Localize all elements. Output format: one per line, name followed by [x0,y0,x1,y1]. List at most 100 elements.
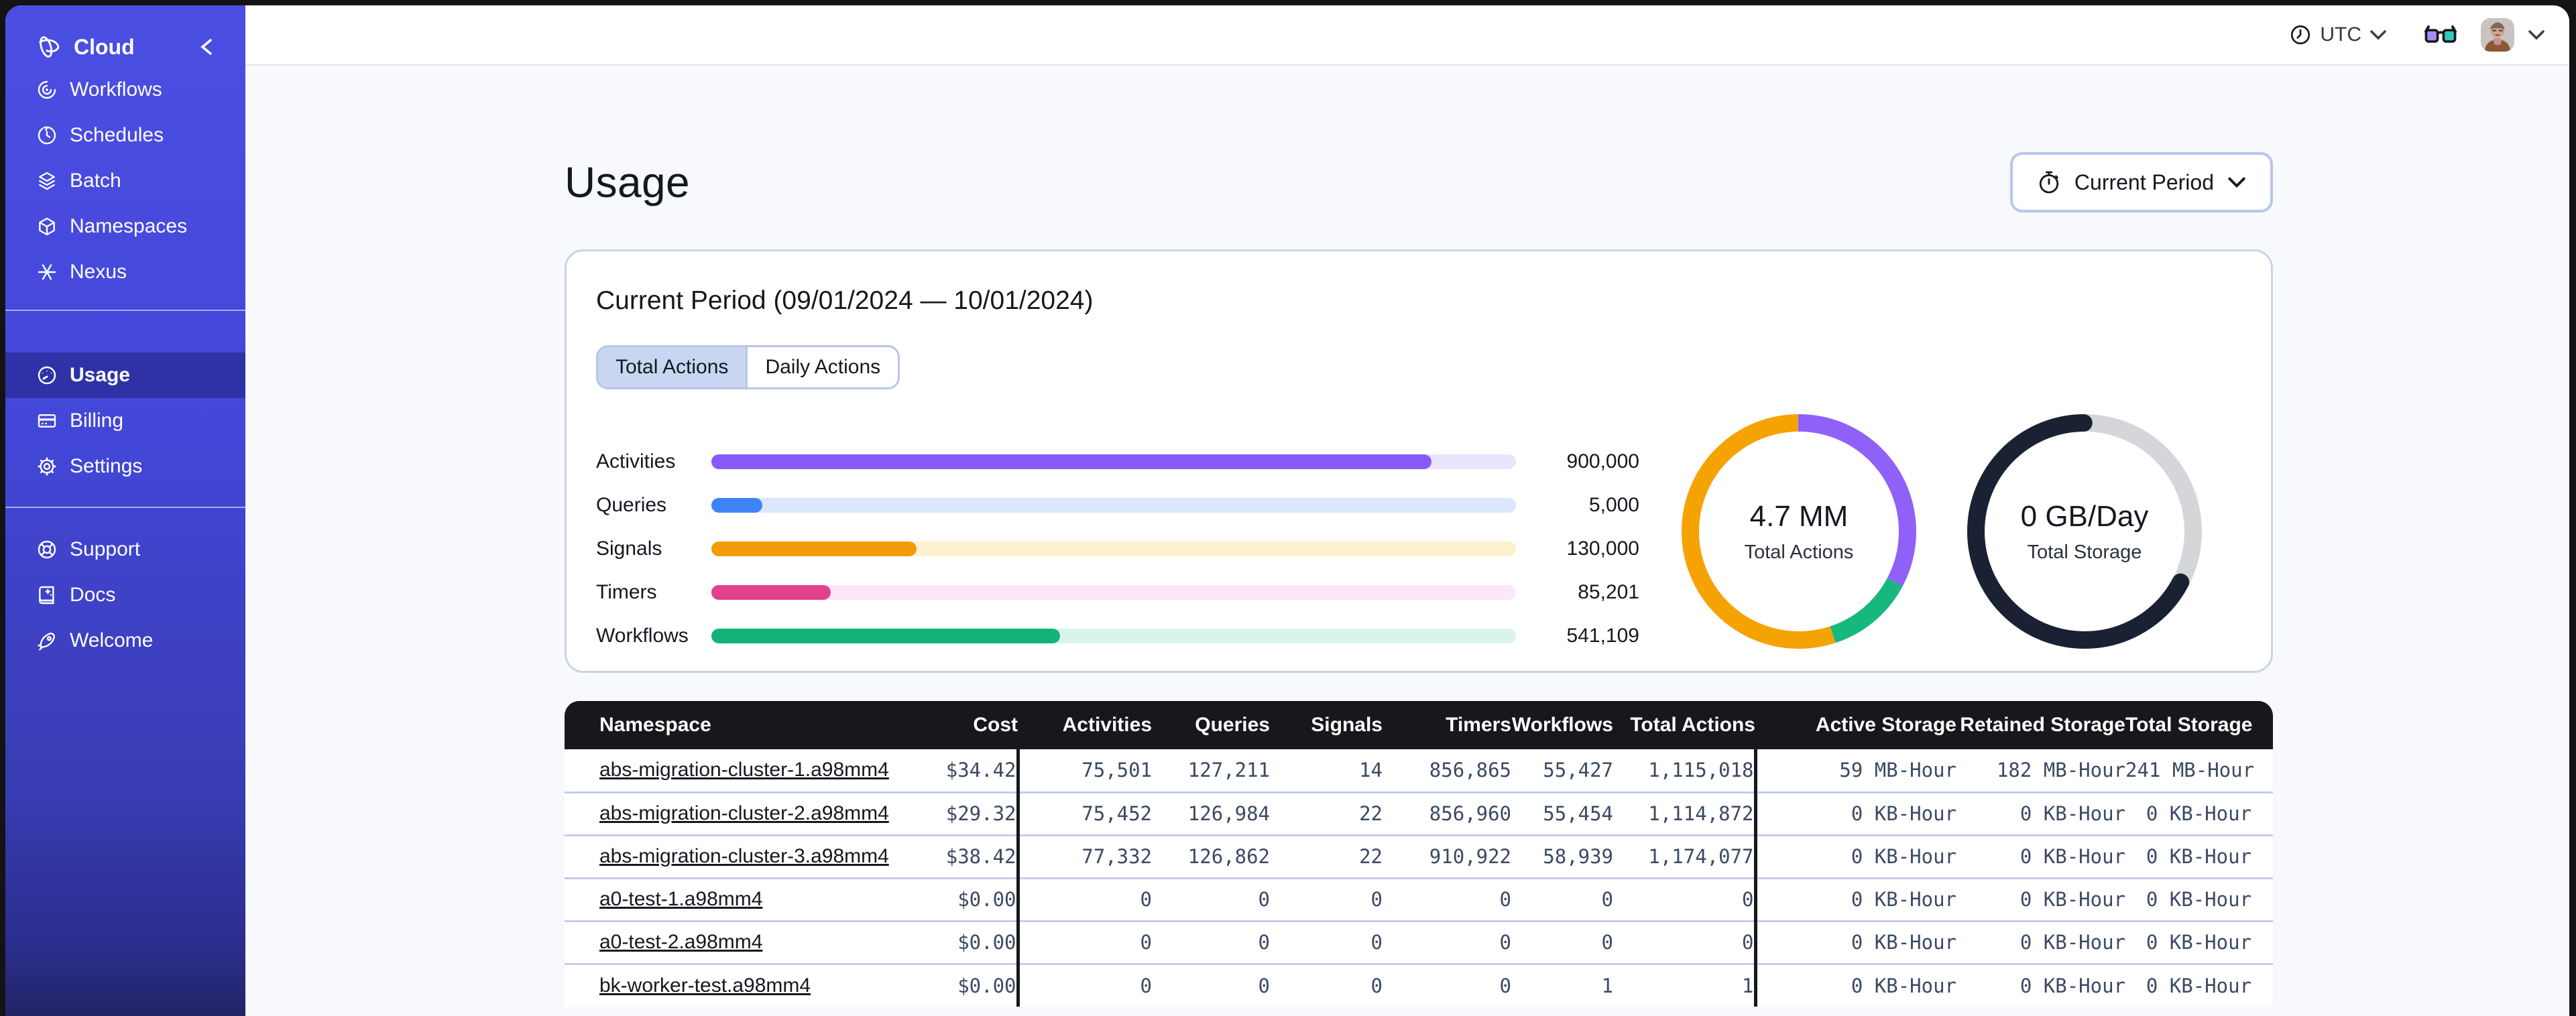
chevron-down-icon[interactable] [2528,29,2545,40]
workflows-icon [38,80,56,99]
user-avatar[interactable] [2481,18,2514,52]
col-cost: Cost [921,701,1018,749]
sidebar-item-settings[interactable]: Settings [5,444,245,489]
sidebar-item-label: Schedules [70,124,164,146]
col-total-storage: Total Storage [2125,701,2273,749]
col-queries: Queries [1152,701,1270,749]
table-row: abs-migration-cluster-2.a98mm4 $29.32 75,4… [565,791,2273,835]
namespaces-icon [39,217,55,236]
chevron-down-icon [2228,177,2245,188]
value-cell: $29.32 [921,791,1020,835]
value-cell: 1 [1511,962,1613,1007]
value-cell: 0 [1152,877,1270,921]
namespace-link[interactable]: abs-migration-cluster-3.a98mm4 [599,845,889,867]
value-cell: 0 [1152,962,1270,1007]
value-cell: 0 KB-Hour [2125,919,2273,964]
value-cell: 0 KB-Hour [2125,877,2273,921]
namespace-link[interactable]: abs-migration-cluster-2.a98mm4 [599,802,889,824]
value-cell: 0 KB-Hour [1956,791,2125,835]
chevron-left-icon[interactable] [200,38,213,56]
value-cell: 0 KB-Hour [1755,877,1956,921]
nexus-icon [38,264,56,280]
sidebar-item-docs[interactable]: Docs [5,572,245,618]
namespace-link[interactable]: abs-migration-cluster-1.a98mm4 [599,759,889,781]
value-cell: 0 KB-Hour [2125,791,2273,835]
sidebar-item-support[interactable]: Support [5,527,245,572]
chevron-down-icon [2370,30,2386,40]
value-cell: 0 [1613,877,1757,921]
sidebar-item-label: Support [70,538,141,560]
total-actions-donut: 4.7 MM Total Actions [1681,414,1917,649]
value-cell: 0 [1152,919,1270,964]
sidebar-item-usage[interactable]: Usage [5,353,245,398]
value-cell: $0.00 [921,919,1020,964]
value-cell: 856,960 [1383,791,1511,835]
sidebar-brand[interactable]: Cloud [5,5,245,67]
value-cell: 59 MB-Hour [1755,749,1956,792]
topbar: UTC [245,5,2569,66]
schedules-icon [38,126,56,145]
value-cell: 0 [1018,919,1152,964]
bar-fill [711,629,1060,643]
value-cell: 55,454 [1511,791,1613,835]
bar-row: Workflows 541,109 [596,621,1639,651]
value-cell: $0.00 [921,962,1020,1007]
timezone-selector[interactable]: UTC [2289,23,2387,46]
page-title: Usage [565,158,690,206]
table-row: a0-test-2.a98mm4 $0.00 0 0 0 0 0 0 0 KB-Hour 0 KB… [565,919,2273,964]
sidebar-item-welcome[interactable]: Welcome [5,618,245,663]
total-actions-value: 4.7 MM [1749,499,1849,533]
value-cell: 0 KB-Hour [1956,834,2125,878]
actions-tab-group: Total Actions Daily Actions [596,345,900,389]
namespace-link[interactable]: a0-test-2.a98mm4 [599,931,762,953]
sidebar-divider [5,310,245,311]
total-storage-donut: 0 GB/Day Total Storage [1967,414,2203,649]
namespace-cell: a0-test-1.a98mm4 [565,877,921,921]
total-storage-value: 0 GB/Day [2020,499,2149,533]
sidebar-item-billing[interactable]: Billing [5,398,245,444]
timezone-label: UTC [2320,23,2361,46]
glasses-icon[interactable] [2424,25,2457,45]
tab-daily-actions[interactable]: Daily Actions [746,347,898,387]
namespace-link[interactable]: bk-worker-test.a98mm4 [599,974,811,997]
value-cell: 0 [1383,962,1511,1007]
table-row: bk-worker-test.a98mm4 $0.00 0 0 0 0 1 1 0 KB-Hou… [565,962,2273,1007]
namespace-link[interactable]: a0-test-1.a98mm4 [599,888,762,910]
actions-bar-chart: Activities 900,000 Queries 5,000 Signals 130,… [596,447,1639,651]
col-retained-storage: Retained Storage [1956,701,2125,749]
value-cell: 126,862 [1152,834,1270,878]
sidebar-item-workflows[interactable]: Workflows [5,67,245,113]
col-namespace: Namespace [565,701,921,749]
value-cell: 0 [1511,877,1613,921]
batch-icon [39,172,55,190]
bar-row: Activities 900,000 [596,447,1639,477]
sidebar-item-nexus[interactable]: Nexus [5,249,245,295]
bar-fill [711,454,1431,469]
value-cell: 0 KB-Hour [1755,791,1956,835]
sidebar-item-schedules[interactable]: Schedules [5,113,245,158]
sidebar-item-label: Batch [70,170,121,192]
bar-track [711,498,1516,513]
value-cell: 22 [1270,791,1383,835]
bar-value: 5,000 [1588,494,1639,516]
value-cell: 1,114,872 [1613,791,1757,835]
value-cell: 0 KB-Hour [1956,962,2125,1007]
sidebar-divider [5,507,245,508]
bar-row: Signals 130,000 [596,534,1639,564]
period-selector-button[interactable]: Current Period [2009,152,2273,212]
bar-value: 541,109 [1566,625,1639,647]
namespace-cell: abs-migration-cluster-1.a98mm4 [565,749,921,792]
value-cell: 1,174,077 [1613,834,1757,878]
sidebar-item-namespaces[interactable]: Namespaces [5,204,245,249]
bar-category-label: Timers [596,581,657,603]
sidebar-item-label: Namespaces [70,215,188,237]
sidebar-item-label: Welcome [70,629,154,651]
stopwatch-icon [2039,171,2059,194]
tab-total-actions[interactable]: Total Actions [598,347,746,387]
value-cell: 75,501 [1018,749,1152,792]
sidebar-item-batch[interactable]: Batch [5,158,245,204]
namespace-cell: abs-migration-cluster-2.a98mm4 [565,791,921,835]
bar-value: 85,201 [1578,581,1639,603]
col-activities: Activities [1018,701,1152,749]
col-active-storage: Active Storage [1755,701,1956,749]
